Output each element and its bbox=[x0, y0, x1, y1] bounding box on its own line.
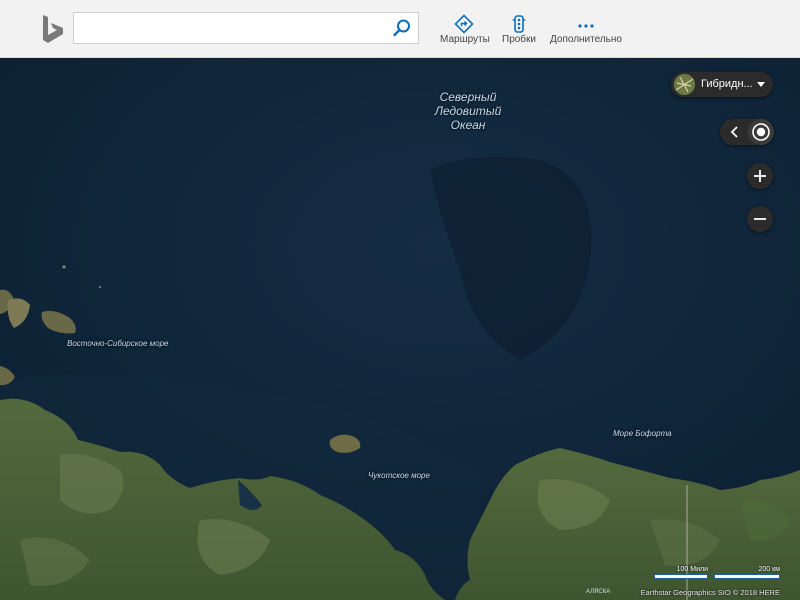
directions-button[interactable]: Маршруты bbox=[440, 14, 490, 50]
scale-miles: 100 Мили bbox=[654, 566, 708, 579]
chevron-left-icon bbox=[730, 126, 738, 138]
scale-km: 200 км bbox=[714, 566, 780, 579]
directions-icon bbox=[440, 14, 488, 34]
locate-icon bbox=[752, 123, 770, 141]
plus-icon bbox=[754, 170, 766, 182]
ocean-label: Северный Ледовитый Океан bbox=[418, 90, 518, 132]
traffic-button[interactable]: Пробки bbox=[500, 14, 538, 50]
scale-miles-label: 100 Мили bbox=[676, 566, 708, 573]
map-style-selector[interactable]: Гибридн... bbox=[671, 72, 773, 97]
beaufort-sea-label: Море Бофорта bbox=[613, 429, 672, 438]
traffic-label: Пробки bbox=[502, 34, 536, 45]
zoom-in-button[interactable] bbox=[747, 163, 773, 189]
chukchi-sea-label: Чукотское море bbox=[368, 471, 430, 480]
more-label: Дополнительно bbox=[550, 34, 622, 45]
search-box bbox=[73, 12, 419, 44]
hybrid-thumbnail-icon bbox=[674, 74, 695, 95]
map-canvas[interactable]: Северный Ледовитый Океан Восточно-Сибирс… bbox=[0, 57, 800, 600]
map-style-label: Гибридн... bbox=[701, 78, 753, 90]
satellite-imagery bbox=[0, 57, 800, 600]
collapse-button[interactable] bbox=[724, 119, 746, 145]
locate-me-button[interactable] bbox=[748, 119, 774, 145]
directions-label: Маршруты bbox=[440, 34, 490, 45]
more-icon bbox=[550, 14, 622, 34]
chevron-down-icon bbox=[757, 82, 765, 87]
more-button[interactable]: Дополнительно bbox=[550, 14, 622, 50]
scale-km-label: 200 км bbox=[758, 566, 781, 573]
minus-icon bbox=[754, 218, 766, 220]
zoom-out-button[interactable] bbox=[747, 206, 773, 232]
locate-control bbox=[720, 119, 774, 145]
ocean-label-line-1: Северный bbox=[439, 90, 497, 104]
ocean-label-line-2: Ледовитый bbox=[434, 104, 502, 118]
top-bar: Маршруты Пробки Дополнительно bbox=[0, 0, 800, 58]
east-siberian-sea-label: Восточно-Сибирское море bbox=[67, 339, 169, 348]
alaska-label: АЛЯСКА bbox=[586, 589, 611, 595]
scale-miles-bar bbox=[654, 574, 708, 579]
ocean-label-line-3: Океан bbox=[450, 118, 486, 132]
bing-logo-icon[interactable] bbox=[40, 13, 66, 45]
search-icon[interactable] bbox=[391, 17, 413, 39]
scale-km-bar bbox=[714, 574, 780, 579]
search-input[interactable] bbox=[80, 17, 384, 41]
traffic-icon bbox=[500, 14, 538, 34]
map-copyright: Earthstar Geographics SIO © 2018 HERE bbox=[640, 588, 780, 597]
